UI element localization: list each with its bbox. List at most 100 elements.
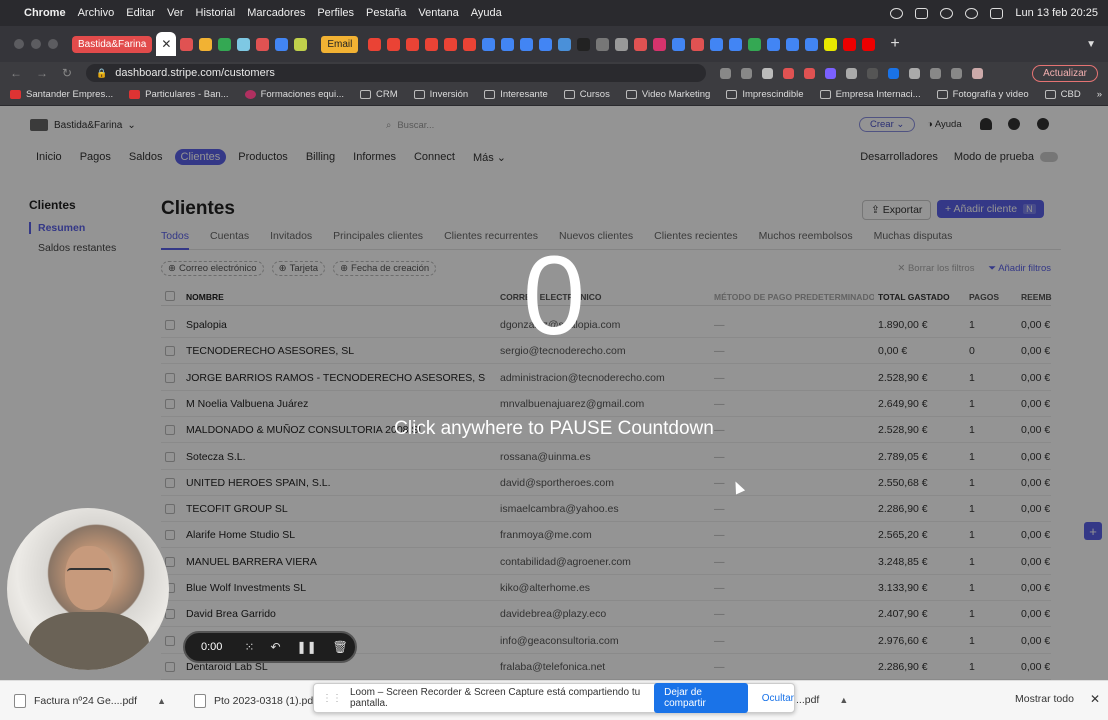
tab-favicon[interactable]	[501, 37, 515, 51]
close-window-button[interactable]	[14, 39, 24, 49]
share-icon[interactable]	[741, 67, 753, 79]
wifi-icon[interactable]	[940, 7, 954, 19]
menu-editar[interactable]: Editar	[126, 7, 155, 19]
docs-tab-icon[interactable]	[786, 37, 800, 51]
bookmark-star-icon[interactable]	[762, 67, 774, 79]
camera-icon[interactable]	[720, 67, 732, 79]
undo-icon[interactable]: ↶	[270, 640, 280, 654]
tab-search-chevron-icon[interactable]: ▼	[1086, 39, 1096, 50]
extension-icon[interactable]	[825, 67, 837, 79]
reload-icon[interactable]: ↻	[62, 66, 72, 80]
tab-group-bastida[interactable]: Bastida&Farina	[72, 35, 153, 53]
menu-pestana[interactable]: Pestaña	[366, 7, 406, 19]
back-arrow-icon[interactable]: ←	[10, 66, 22, 80]
menu-app-name[interactable]: Chrome	[24, 7, 66, 19]
search-icon[interactable]	[965, 7, 979, 19]
tab-favicon[interactable]	[653, 37, 667, 51]
bookmark-folder[interactable]: Fotografía y video	[936, 89, 1029, 100]
extension-icon[interactable]	[888, 67, 900, 79]
tab-favicon[interactable]	[615, 37, 629, 51]
menu-ventana[interactable]: Ventana	[418, 7, 458, 19]
bookmark-folder[interactable]: CBD	[1044, 89, 1081, 100]
battery-icon[interactable]	[915, 7, 929, 19]
youtube-tab-icon[interactable]	[843, 37, 857, 51]
tab-favicon[interactable]	[539, 37, 553, 51]
profile-avatar[interactable]	[972, 67, 984, 79]
tab-favicon[interactable]	[256, 37, 270, 51]
tab-favicon[interactable]	[558, 37, 572, 51]
menu-ayuda[interactable]: Ayuda	[471, 7, 502, 19]
bookmark-folder[interactable]: Cursos	[563, 89, 610, 100]
bookmark-folder[interactable]: Empresa Internaci...	[819, 89, 921, 100]
extension-icon[interactable]	[846, 67, 858, 79]
menu-marcadores[interactable]: Marcadores	[247, 7, 305, 19]
download-item[interactable]: ...pdf ▲	[796, 694, 848, 706]
tab-favicon[interactable]	[294, 37, 308, 51]
gmail-tab-icon[interactable]	[463, 37, 477, 51]
pause-countdown-message[interactable]: Click anywhere to PAUSE Countdown	[0, 418, 1108, 440]
tab-favicon[interactable]	[691, 37, 705, 51]
download-item[interactable]: Factura nº24 Ge....pdf ▲	[14, 693, 166, 708]
tab-group-email[interactable]: Email	[321, 35, 359, 53]
more-bookmarks-icon[interactable]: »	[1097, 89, 1102, 100]
update-button[interactable]: Actualizar	[1032, 64, 1098, 82]
stop-sharing-button[interactable]: Dejar de compartir	[654, 683, 748, 713]
bookmark-folder[interactable]: Interesante	[484, 89, 548, 100]
bookmark-item[interactable]: Formaciones equi...	[244, 89, 344, 100]
extension-icon[interactable]	[783, 67, 795, 79]
chevron-up-icon[interactable]: ▲	[839, 695, 848, 705]
trash-icon[interactable]: 🗑	[333, 640, 348, 654]
tab-favicon[interactable]	[577, 37, 591, 51]
tab-favicon[interactable]	[237, 37, 251, 51]
menu-ver[interactable]: Ver	[167, 7, 184, 19]
menu-historial[interactable]: Historial	[196, 7, 236, 19]
close-downloads-icon[interactable]: ✕	[1090, 692, 1100, 706]
extension-icon[interactable]	[867, 67, 879, 79]
puzzle-icon[interactable]	[930, 67, 942, 79]
menu-perfiles[interactable]: Perfiles	[317, 7, 354, 19]
download-item[interactable]: Pto 2023-0318 (1).pdf	[193, 693, 316, 708]
tab-favicon[interactable]	[275, 37, 289, 51]
grid-icon[interactable]: ⁙	[244, 640, 254, 654]
extension-icon[interactable]	[804, 67, 816, 79]
tab-favicon[interactable]	[634, 37, 648, 51]
docs-tab-icon[interactable]	[805, 37, 819, 51]
menu-archivo[interactable]: Archivo	[78, 7, 115, 19]
docs-tab-icon[interactable]	[767, 37, 781, 51]
show-all-downloads-button[interactable]: Mostrar todo	[1015, 693, 1074, 705]
sidebar-icon[interactable]	[951, 67, 963, 79]
drag-handle-icon[interactable]: ⋮⋮	[322, 693, 342, 704]
gmail-tab-icon[interactable]	[425, 37, 439, 51]
tab-favicon[interactable]	[672, 37, 686, 51]
tab-favicon[interactable]	[824, 37, 838, 51]
gmail-tab-icon[interactable]	[444, 37, 458, 51]
tab-favicon[interactable]	[520, 37, 534, 51]
pause-icon[interactable]: ❚❚	[297, 640, 317, 654]
menubar-clock[interactable]: Lun 13 feb 20:25	[1015, 7, 1098, 19]
zoom-window-button[interactable]	[48, 39, 58, 49]
bookmark-folder[interactable]: Imprescindible	[726, 89, 804, 100]
active-tab-close-icon[interactable]: ✕	[156, 32, 177, 56]
bookmark-item[interactable]: Santander Empres...	[10, 89, 113, 100]
chevron-up-icon[interactable]: ▲	[157, 696, 166, 706]
tab-favicon[interactable]	[218, 37, 232, 51]
gmail-tab-icon[interactable]	[387, 37, 401, 51]
forward-arrow-icon[interactable]: →	[36, 66, 48, 80]
gmail-tab-icon[interactable]	[368, 37, 382, 51]
control-center-icon[interactable]	[990, 7, 1004, 19]
bookmark-folder[interactable]: CRM	[360, 89, 398, 100]
google-tab-icon[interactable]	[710, 37, 724, 51]
tab-favicon[interactable]	[180, 37, 194, 51]
gmail-tab-icon[interactable]	[406, 37, 420, 51]
extension-icon[interactable]	[909, 67, 921, 79]
bookmark-item[interactable]: Particulares - Ban...	[129, 89, 229, 100]
tab-favicon[interactable]	[199, 37, 213, 51]
tab-favicon[interactable]	[748, 37, 762, 51]
url-field[interactable]: 🔒 dashboard.stripe.com/customers	[86, 64, 707, 82]
pdf-tab-icon[interactable]	[862, 37, 876, 51]
hide-banner-button[interactable]: Ocultar	[762, 693, 794, 704]
new-tab-button[interactable]: +	[890, 35, 899, 53]
status-icon[interactable]	[890, 7, 904, 19]
bookmark-folder[interactable]: Inversión	[413, 89, 468, 100]
bookmark-folder[interactable]: Video Marketing	[625, 89, 710, 100]
